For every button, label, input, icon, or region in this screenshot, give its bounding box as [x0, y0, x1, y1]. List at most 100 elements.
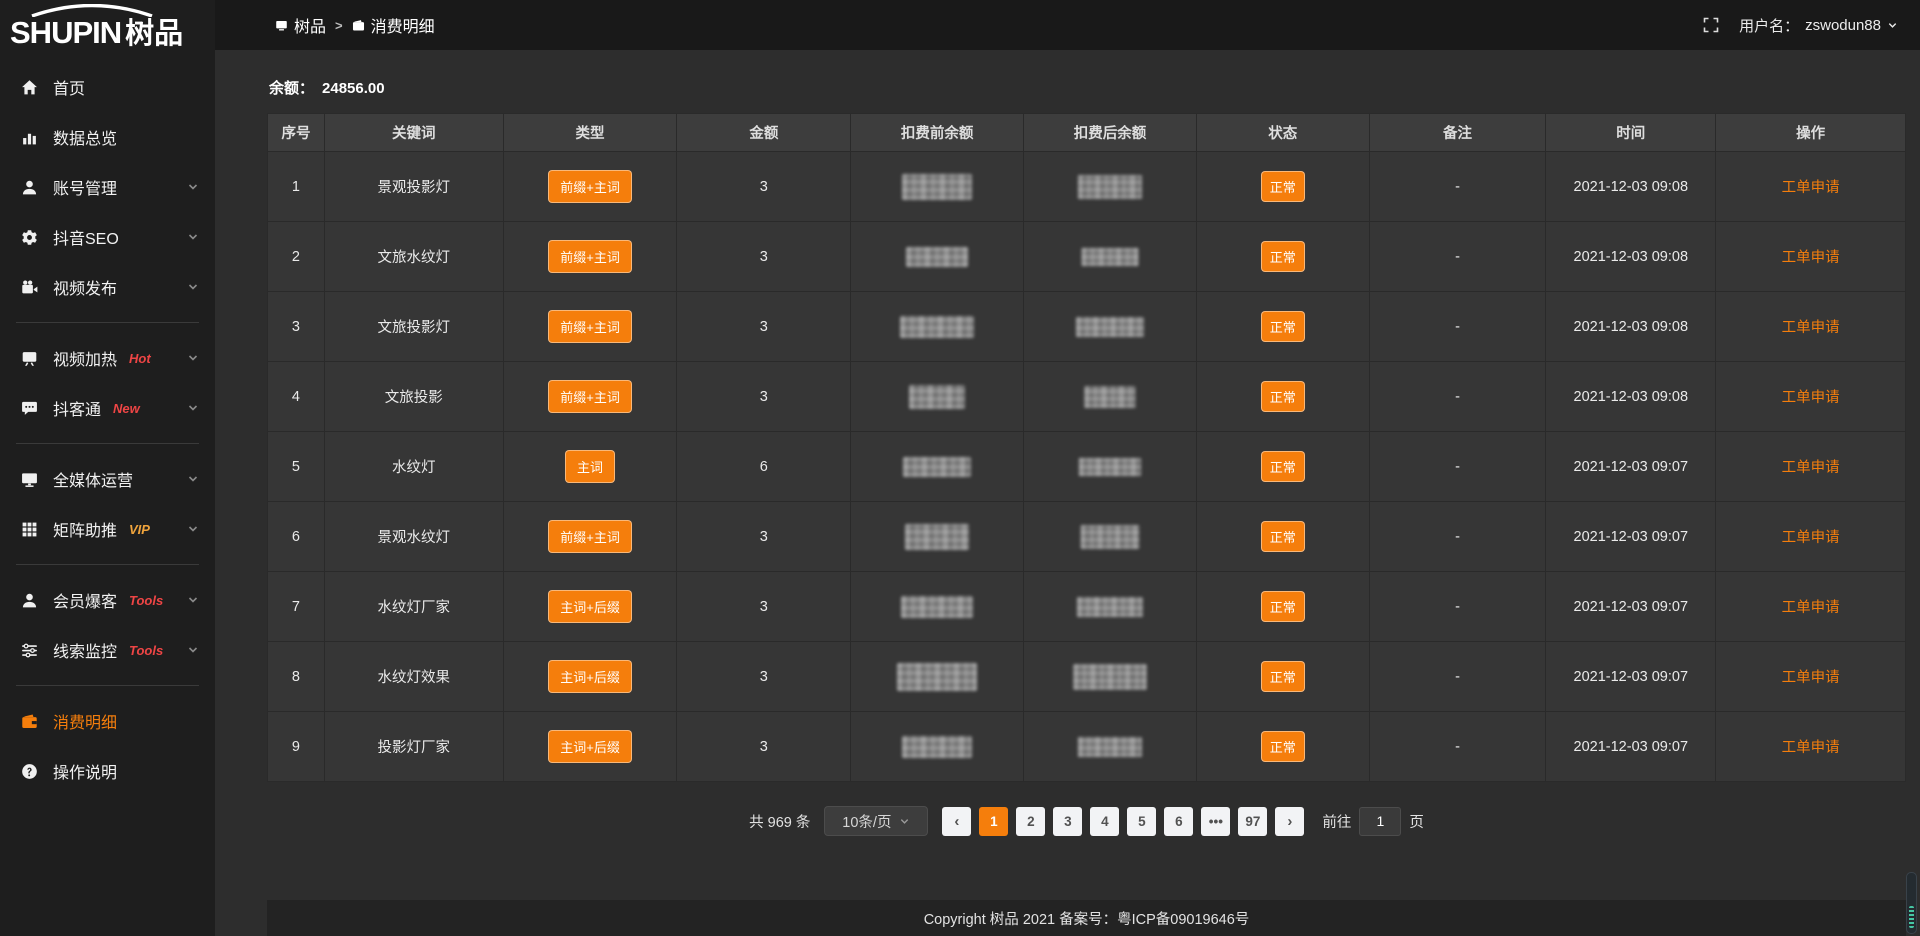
cell-action: 工单申请	[1716, 362, 1906, 432]
table-row: 1 景观投影灯 前缀+主词 3 正常 - 2021-12-03 09:08 工单…	[268, 152, 1906, 222]
sidebar-item-video-heat[interactable]: 视频加热 Hot	[0, 333, 215, 383]
work-order-link[interactable]: 工单申请	[1782, 670, 1840, 686]
home-icon	[20, 78, 39, 97]
column-header: 时间	[1546, 114, 1716, 152]
column-header: 状态	[1197, 114, 1370, 152]
cell-keyword: 水纹灯效果	[325, 642, 504, 712]
goto-unit: 页	[1409, 811, 1424, 832]
column-header: 关键词	[325, 114, 504, 152]
cell-post-balance	[1024, 572, 1197, 642]
cell-keyword: 景观水纹灯	[325, 502, 504, 572]
cell-pre-balance	[851, 222, 1024, 292]
cell-keyword: 文旅投影灯	[325, 292, 504, 362]
table-row: 2 文旅水纹灯 前缀+主词 3 正常 - 2021-12-03 09:08 工单…	[268, 222, 1906, 292]
cell-status: 正常	[1197, 362, 1370, 432]
cell-index: 7	[268, 572, 325, 642]
table-row: 8 水纹灯效果 主词+后缀 3 正常 - 2021-12-03 09:07 工单…	[268, 642, 1906, 712]
cell-action: 工单申请	[1716, 292, 1906, 362]
hot-badge: Hot	[129, 351, 151, 366]
scrollbar[interactable]	[1906, 872, 1917, 934]
work-order-link[interactable]: 工单申请	[1782, 530, 1840, 546]
video-camera-icon	[20, 278, 39, 297]
breadcrumb: 树品 > 消费明细	[275, 13, 435, 37]
next-page-button[interactable]: ›	[1275, 807, 1304, 836]
type-badge: 主词+后缀	[548, 660, 632, 693]
cell-remark: -	[1370, 712, 1547, 782]
cell-pre-balance	[851, 502, 1024, 572]
monitor-icon	[20, 470, 39, 489]
fullscreen-icon[interactable]	[1703, 17, 1719, 33]
page-button-6[interactable]: 6	[1164, 807, 1193, 836]
chevron-down-icon	[899, 816, 910, 827]
work-order-link[interactable]: 工单申请	[1782, 390, 1840, 406]
column-header: 类型	[504, 114, 678, 152]
cell-action: 工单申请	[1716, 712, 1906, 782]
cell-time: 2021-12-03 09:08	[1546, 292, 1716, 362]
cell-type: 前缀+主词	[504, 222, 678, 292]
cell-status: 正常	[1197, 712, 1370, 782]
sidebar-item-all-media[interactable]: 全媒体运营	[0, 454, 215, 504]
type-badge: 主词+后缀	[548, 590, 632, 623]
page-button-5[interactable]: 5	[1127, 807, 1156, 836]
chevron-down-icon	[187, 594, 199, 606]
cell-time: 2021-12-03 09:07	[1546, 502, 1716, 572]
work-order-link[interactable]: 工单申请	[1782, 180, 1840, 196]
work-order-link[interactable]: 工单申请	[1782, 600, 1840, 616]
chevron-down-icon	[187, 644, 199, 656]
page-button-2[interactable]: 2	[1016, 807, 1045, 836]
sidebar-item-home[interactable]: 首页	[0, 62, 215, 112]
cell-type: 主词+后缀	[504, 642, 678, 712]
cell-status: 正常	[1197, 152, 1370, 222]
sidebar-item-matrix-boost[interactable]: 矩阵助推 VIP	[0, 504, 215, 554]
masked-value	[897, 663, 977, 691]
sidebar-item-douketong[interactable]: 抖客通 New	[0, 383, 215, 433]
cell-remark: -	[1370, 222, 1547, 292]
chevron-down-icon	[187, 402, 199, 414]
cell-pre-balance	[851, 572, 1024, 642]
masked-value	[1081, 247, 1138, 265]
user-menu[interactable]: 用户名： zswodun88	[1739, 15, 1898, 36]
sidebar-item-douyin-seo[interactable]: 抖音SEO	[0, 212, 215, 262]
cell-amount: 3	[677, 502, 851, 572]
tools-badge: Tools	[129, 643, 163, 658]
page-button-1[interactable]: 1	[979, 807, 1008, 836]
cell-amount: 3	[677, 222, 851, 292]
cell-type: 前缀+主词	[504, 152, 678, 222]
page-button-4[interactable]: 4	[1090, 807, 1119, 836]
sidebar-item-member-burst[interactable]: 会员爆客 Tools	[0, 575, 215, 625]
page-size-select[interactable]: 10条/页	[824, 806, 928, 836]
more-pages-button[interactable]: •••	[1201, 807, 1230, 836]
sidebar-item-consumption-details[interactable]: 消费明细	[0, 696, 215, 746]
cell-pre-balance	[851, 432, 1024, 502]
column-header: 序号	[268, 114, 325, 152]
footer: Copyright 树品 2021 备案号：粤ICP备09019646号	[267, 900, 1906, 936]
goto-page-input[interactable]	[1359, 807, 1401, 836]
cell-post-balance	[1024, 712, 1197, 782]
cell-pre-balance	[851, 642, 1024, 712]
work-order-link[interactable]: 工单申请	[1782, 250, 1840, 266]
cell-post-balance	[1024, 222, 1197, 292]
cell-index: 9	[268, 712, 325, 782]
work-order-link[interactable]: 工单申请	[1782, 740, 1840, 756]
cell-pre-balance	[851, 362, 1024, 432]
sidebar-item-video-publish[interactable]: 视频发布	[0, 262, 215, 312]
chevron-down-icon	[187, 352, 199, 364]
work-order-link[interactable]: 工单申请	[1782, 320, 1840, 336]
sidebar-item-label: 操作说明	[53, 759, 117, 783]
table-row: 7 水纹灯厂家 主词+后缀 3 正常 - 2021-12-03 09:07 工单…	[268, 572, 1906, 642]
breadcrumb-home[interactable]: 树品	[275, 13, 326, 37]
prev-page-button[interactable]: ‹	[942, 807, 971, 836]
balance-label: 余额：	[269, 80, 314, 97]
cell-time: 2021-12-03 09:08	[1546, 222, 1716, 292]
work-order-link[interactable]: 工单申请	[1782, 460, 1840, 476]
page-button-3[interactable]: 3	[1053, 807, 1082, 836]
chevron-down-icon	[187, 181, 199, 193]
member-icon	[20, 591, 39, 610]
sidebar-item-account-management[interactable]: 账号管理	[0, 162, 215, 212]
cell-index: 1	[268, 152, 325, 222]
sidebar-item-data-overview[interactable]: 数据总览	[0, 112, 215, 162]
sidebar-item-clue-monitor[interactable]: 线索监控 Tools	[0, 625, 215, 675]
page-button-97[interactable]: 97	[1238, 807, 1267, 836]
cell-action: 工单申请	[1716, 502, 1906, 572]
sidebar-item-instructions[interactable]: 操作说明	[0, 746, 215, 796]
